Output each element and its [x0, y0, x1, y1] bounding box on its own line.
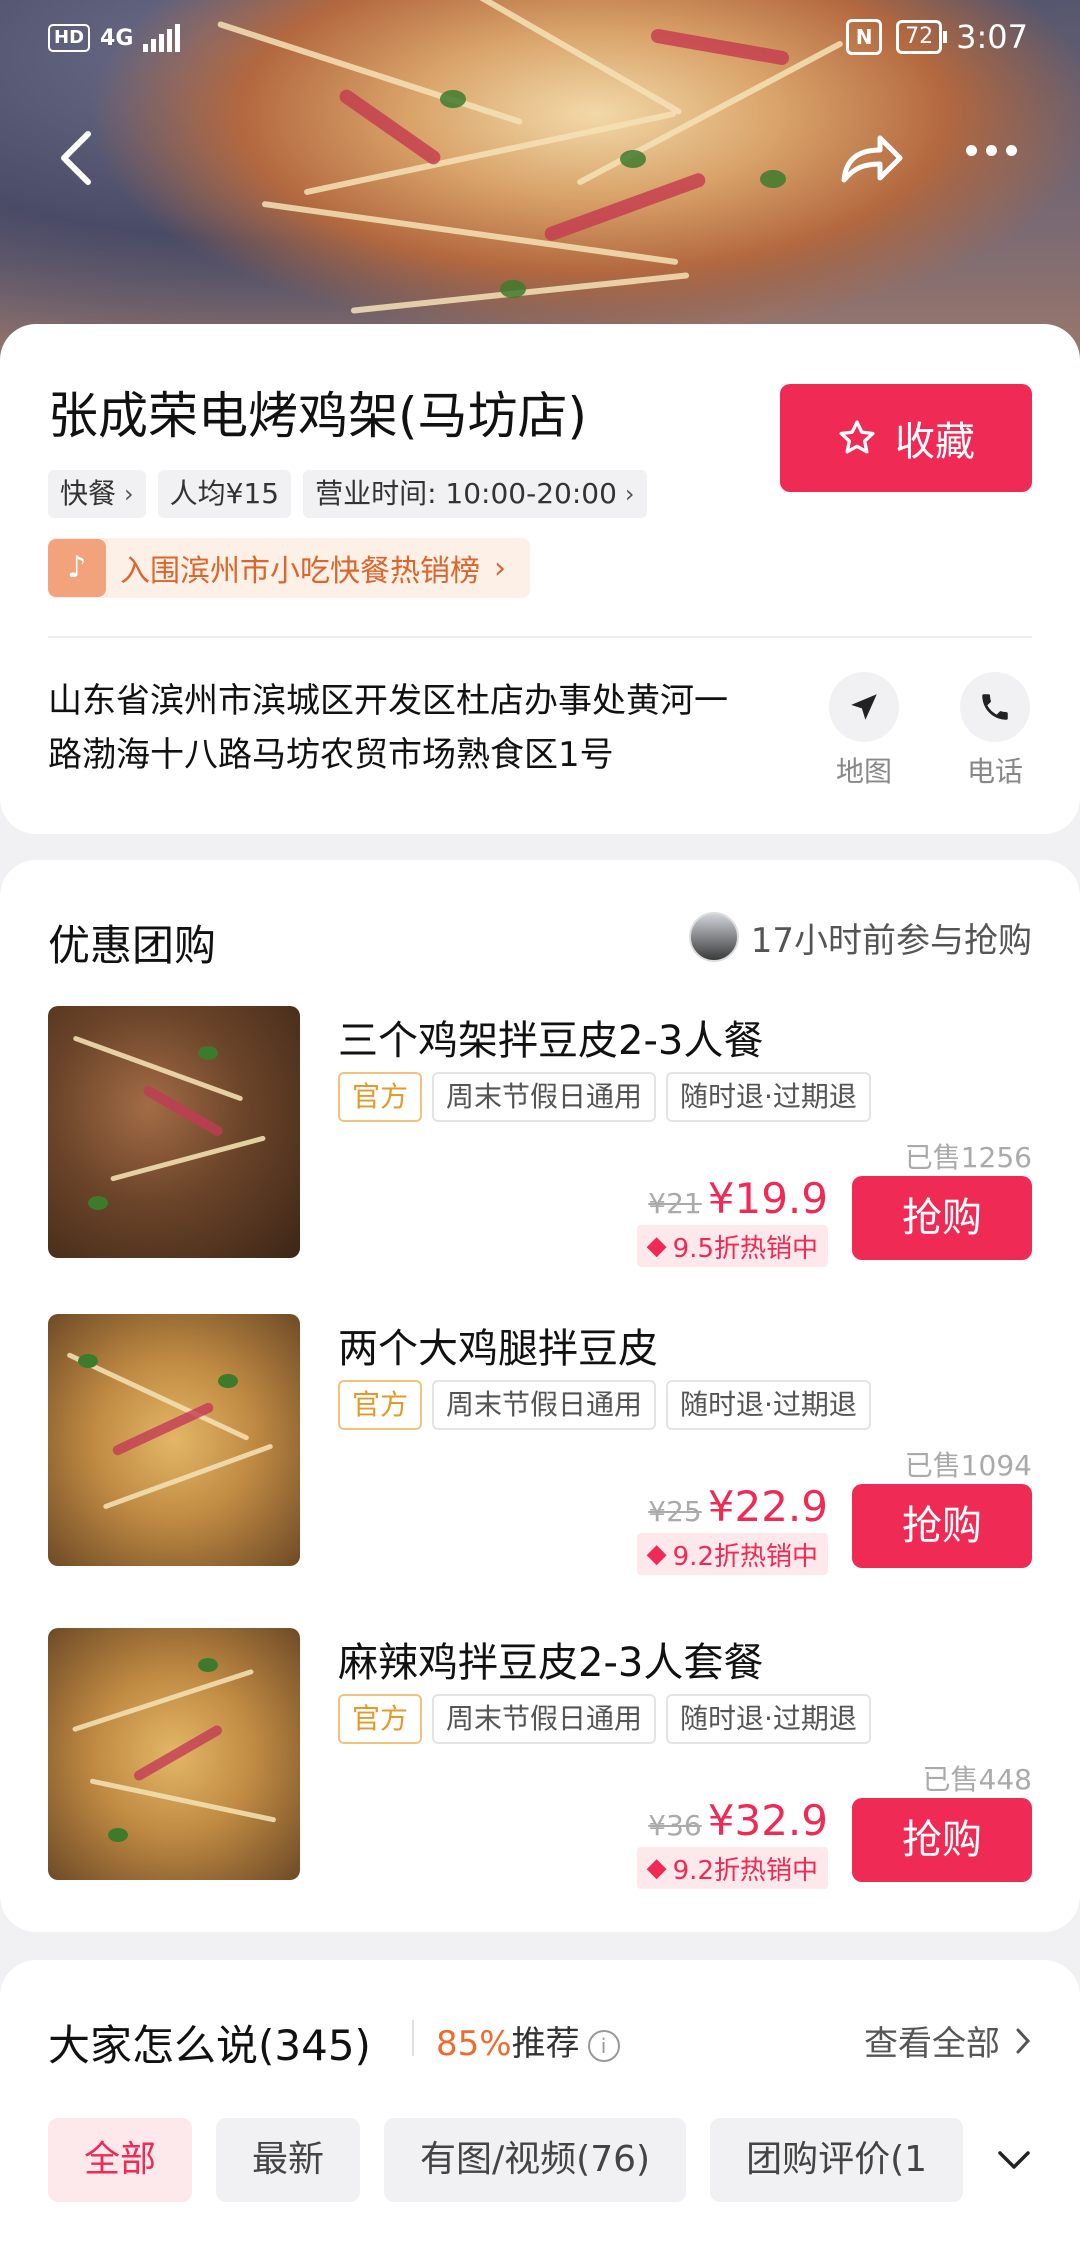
ranking-label: 入围滨州市小吃快餐热销榜 — [120, 554, 480, 589]
chevron-right-icon — [1016, 2028, 1031, 2053]
ranking-badge[interactable]: ♪ 入围滨州市小吃快餐热销榜 › — [48, 538, 530, 598]
clock: 3:07 — [956, 18, 1028, 56]
official-label: 官方 — [338, 1072, 423, 1122]
deal-thumbnail[interactable] — [48, 1628, 300, 1880]
nfc-icon: N — [846, 19, 883, 55]
share-icon[interactable] — [836, 128, 906, 188]
deals-section-title: 优惠团购 — [48, 921, 217, 970]
discount-badge: ◆ 9.2折热销中 — [636, 1533, 828, 1575]
network-type: 4G — [100, 25, 134, 51]
shop-name: 张成荣电烤鸡架(马坊店) — [48, 387, 588, 445]
sold-count: 已售448 — [922, 1763, 1032, 1796]
star-icon — [839, 420, 875, 454]
divider — [412, 2020, 414, 2056]
discount-badge: ◆ 9.5折热销中 — [636, 1225, 828, 1267]
recent-activity: 17小时前参与抢购 — [688, 912, 1032, 962]
deal-title: 三个鸡架拌豆皮2-3人餐 — [338, 1018, 764, 1064]
tag-hours[interactable]: 营业时间: 10:00-20:00 › — [303, 470, 647, 518]
sold-count: 已售1094 — [904, 1449, 1032, 1482]
tag-icon: ◆ — [646, 1853, 667, 1883]
hd-badge: HD — [48, 24, 91, 52]
tab-latest[interactable]: 最新 — [216, 2118, 361, 2202]
group-deals-card: 优惠团购 17小时前参与抢购 三个鸡架拌豆皮2-3人餐 官方 周末节假日通用 随… — [0, 860, 1080, 1932]
avatar — [688, 912, 739, 962]
favorite-button[interactable]: 收藏 — [780, 384, 1032, 492]
signal-icon — [143, 24, 181, 52]
tab-all[interactable]: 全部 — [48, 2118, 193, 2202]
chevron-down-icon[interactable] — [996, 2148, 1032, 2172]
refund-label: 随时退·过期退 — [666, 1694, 871, 1744]
original-price: ¥21 — [648, 1187, 702, 1220]
deal-item[interactable]: 三个鸡架拌豆皮2-3人餐 官方 周末节假日通用 随时退·过期退 已售1256 ¥… — [48, 1006, 1032, 1267]
divider — [48, 636, 1032, 638]
tag-icon: ◆ — [646, 1539, 667, 1569]
view-all-reviews-link[interactable]: 查看全部 — [864, 2016, 1032, 2065]
review-filter-tabs: 全部 最新 有图/视频(76) 团购评价(1 — [48, 2118, 964, 2202]
chevron-right-icon: › — [494, 550, 506, 586]
shop-tags: 快餐 › 人均¥15 营业时间: 10:00-20:00 › — [48, 470, 647, 518]
phone-button[interactable]: 电话 — [945, 672, 1045, 790]
info-icon[interactable]: i — [587, 2029, 620, 2062]
battery-icon: 72 — [896, 20, 948, 54]
map-button[interactable]: 地图 — [814, 672, 914, 790]
holiday-label: 周末节假日通用 — [432, 1072, 657, 1122]
deal-item[interactable]: 麻辣鸡拌豆皮2-3人套餐 官方 周末节假日通用 随时退·过期退 已售448 ¥3… — [48, 1628, 1032, 1889]
sold-count: 已售1256 — [904, 1141, 1032, 1174]
deal-thumbnail[interactable] — [48, 1314, 300, 1566]
chevron-right-icon: › — [124, 480, 134, 508]
original-price: ¥36 — [648, 1809, 702, 1842]
phone-icon — [982, 694, 1008, 720]
refund-label: 随时退·过期退 — [666, 1072, 871, 1122]
tag-avg-price: 人均¥15 — [157, 470, 292, 518]
phone-label: 电话 — [966, 755, 1023, 788]
refund-label: 随时退·过期退 — [666, 1380, 871, 1430]
recommend-rate: 85%推荐 i — [436, 2016, 620, 2065]
navigation-arrow-icon — [851, 694, 877, 720]
tab-photo-video[interactable]: 有图/视频(76) — [384, 2118, 687, 2202]
deal-price: ¥22.9 — [707, 1482, 828, 1531]
douyin-icon: ♪ — [48, 539, 106, 597]
shop-info-card: 张成荣电烤鸡架(马坊店) 收藏 快餐 › 人均¥15 营业时间: 10:00-20… — [0, 324, 1080, 834]
tag-icon: ◆ — [646, 1231, 667, 1261]
more-icon[interactable] — [966, 145, 1017, 156]
shop-address[interactable]: 山东省滨州市滨城区开发区杜店办事处黄河一路渤海十八路马坊农贸市场熟食区1号 — [48, 674, 748, 782]
deal-title: 麻辣鸡拌豆皮2-3人套餐 — [338, 1640, 764, 1686]
status-bar: HD 4G N 72 3:07 — [0, 0, 1080, 80]
reviews-card: 大家怎么说(345) 85%推荐 i 查看全部 全部 最新 有图/视频(76) 团… — [0, 1960, 1080, 2260]
deal-item[interactable]: 两个大鸡腿拌豆皮 官方 周末节假日通用 随时退·过期退 已售1094 ¥25 ¥2… — [48, 1314, 1032, 1575]
holiday-label: 周末节假日通用 — [432, 1380, 657, 1430]
tag-category[interactable]: 快餐 › — [48, 470, 146, 518]
chevron-right-icon: › — [624, 480, 635, 508]
deal-price: ¥32.9 — [707, 1796, 828, 1845]
reviews-title: 大家怎么说(345) — [48, 2021, 371, 2070]
official-label: 官方 — [338, 1694, 423, 1744]
deal-thumbnail[interactable] — [48, 1006, 300, 1258]
back-icon[interactable] — [52, 128, 102, 188]
discount-badge: ◆ 9.2折热销中 — [636, 1847, 828, 1889]
deal-title: 两个大鸡腿拌豆皮 — [338, 1326, 658, 1372]
holiday-label: 周末节假日通用 — [432, 1694, 657, 1744]
buy-button[interactable]: 抢购 — [852, 1176, 1032, 1260]
buy-button[interactable]: 抢购 — [852, 1484, 1032, 1568]
deal-price: ¥19.9 — [707, 1174, 828, 1223]
buy-button[interactable]: 抢购 — [852, 1798, 1032, 1882]
tab-group-reviews[interactable]: 团购评价(1 — [710, 2118, 964, 2202]
original-price: ¥25 — [648, 1495, 702, 1528]
official-label: 官方 — [338, 1380, 423, 1430]
favorite-label: 收藏 — [895, 419, 975, 465]
map-label: 地图 — [835, 755, 892, 788]
